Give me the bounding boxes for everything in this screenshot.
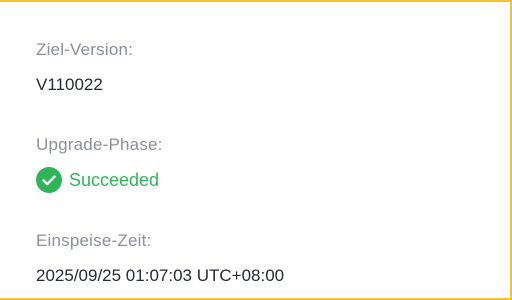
feed-time-value: 2025/09/25 01:07:03 UTC+08:00: [36, 266, 285, 285]
upgrade-phase-field: Upgrade-Phase: Succeeded: [36, 135, 163, 194]
target-version-field: Ziel-Version: V110022: [36, 40, 133, 95]
target-version-label: Ziel-Version:: [36, 40, 134, 59]
check-circle-icon: [36, 167, 62, 193]
upgrade-phase-status: Succeeded: [36, 166, 163, 194]
upgrade-details-panel: Ziel-Version: V110022 Upgrade-Phase: Suc…: [0, 0, 512, 300]
upgrade-phase-label: Upgrade-Phase:: [36, 135, 163, 154]
status-text: Succeeded: [69, 170, 160, 190]
feed-time-label: Einspeise-Zeit:: [36, 231, 152, 250]
feed-time-field: Einspeise-Zeit: 2025/09/25 01:07:03 UTC+…: [36, 231, 284, 286]
target-version-value: V110022: [36, 75, 103, 94]
